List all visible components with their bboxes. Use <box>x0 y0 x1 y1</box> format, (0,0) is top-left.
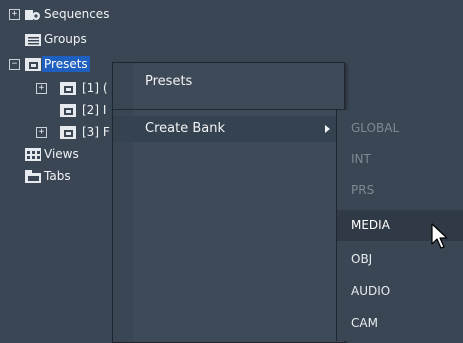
tree-item-label: [3] F <box>82 125 110 139</box>
menu-item-label: Create Bank <box>145 121 225 136</box>
tree-item-label: Tabs <box>44 169 71 183</box>
tree-item-label: [2] I <box>82 103 107 117</box>
mouse-pointer-icon <box>431 223 448 249</box>
expand-icon[interactable]: + <box>36 83 47 94</box>
collapse-icon[interactable]: − <box>9 59 20 70</box>
views-grid-icon <box>25 148 41 161</box>
tree-item-label: Views <box>44 147 79 161</box>
tree-item-label: Sequences <box>44 7 110 21</box>
submenu-item-cam[interactable]: CAM <box>337 308 463 339</box>
preset-folder-icon <box>60 104 76 117</box>
expand-icon[interactable]: + <box>36 127 47 138</box>
tree-item-label: Presets <box>42 56 90 72</box>
preset-folder-icon <box>60 82 76 95</box>
tabs-icon <box>25 170 41 183</box>
menu-title-presets: Presets <box>145 74 193 89</box>
submenu-item-prs[interactable]: PRS <box>337 175 463 206</box>
tree-item-label: [1] ( <box>82 81 108 95</box>
submenu-item-global[interactable]: GLOBAL <box>337 113 463 144</box>
preset-folder-icon <box>60 126 76 139</box>
sequences-icon <box>25 10 40 20</box>
submenu-item-audio[interactable]: AUDIO <box>337 276 463 307</box>
context-menu: Presets Create Bank <box>112 62 345 343</box>
expand-icon[interactable]: + <box>9 9 20 20</box>
folder-icon <box>25 34 41 46</box>
submenu-arrow-icon <box>325 125 330 133</box>
menu-separator <box>113 109 344 110</box>
menu-item-create-bank[interactable]: Create Bank <box>113 116 344 142</box>
tree-item-label: Groups <box>44 32 87 46</box>
submenu-item-int[interactable]: INT <box>337 144 463 175</box>
menu-gutter <box>113 63 133 342</box>
preset-folder-icon <box>25 58 41 71</box>
